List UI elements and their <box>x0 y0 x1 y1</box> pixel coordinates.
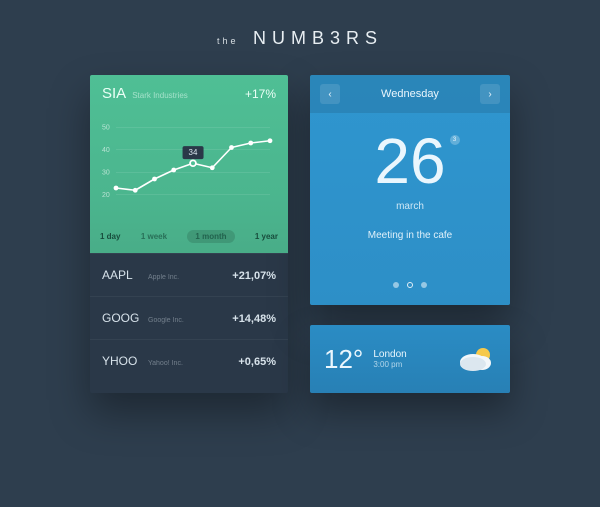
svg-text:50: 50 <box>102 124 110 131</box>
calendar-event: Meeting in the cafe <box>310 230 510 241</box>
chevron-right-icon: › <box>488 89 491 100</box>
chevron-left-icon: ‹ <box>328 89 331 100</box>
chart-callout: 34 <box>183 146 204 159</box>
row-change: +14,48% <box>232 313 276 325</box>
notification-badge[interactable]: 3 <box>450 135 460 145</box>
title-prefix: the <box>217 36 239 46</box>
row-company: Apple Inc. <box>148 274 232 281</box>
stock-row-yhoo[interactable]: YHOOYahoo! Inc.+0,65% <box>90 339 288 382</box>
weather-city: London <box>373 349 406 360</box>
page-dot-2[interactable] <box>421 282 427 288</box>
page-dot-0[interactable] <box>393 282 399 288</box>
stock-row-aapl[interactable]: AAPLApple Inc.+21,07% <box>90 253 288 296</box>
svg-text:30: 30 <box>102 169 110 176</box>
chart-callout-value: 34 <box>189 148 198 157</box>
weather-widget: 12° London 3:00 pm <box>310 325 510 393</box>
stock-featured: SIA Stark Industries +17% 50 40 30 20 34 1 … <box>90 75 288 253</box>
row-change: +0,65% <box>238 356 276 368</box>
row-change: +21,07% <box>232 270 276 282</box>
calendar-month: march <box>310 201 510 212</box>
calendar-day: 26 3 <box>374 129 445 193</box>
range-1-year[interactable]: 1 year <box>255 232 278 241</box>
featured-change: +17% <box>245 87 276 101</box>
calendar-prev-button[interactable]: ‹ <box>320 84 340 104</box>
featured-ticker: SIA <box>102 85 126 102</box>
calendar-pagination <box>310 265 510 305</box>
svg-text:20: 20 <box>102 192 110 199</box>
range-1-month[interactable]: 1 month <box>187 230 234 243</box>
weather-time: 3:00 pm <box>373 360 406 369</box>
page-title: the NUMB3RS <box>0 0 600 49</box>
weather-temp: 12° <box>324 344 363 375</box>
row-ticker: YHOO <box>102 354 148 368</box>
calendar-day-number: 26 <box>374 125 445 197</box>
svg-text:40: 40 <box>102 147 110 154</box>
row-ticker: AAPL <box>102 268 148 282</box>
row-ticker: GOOG <box>102 311 148 325</box>
title-word: NUMB3RS <box>253 28 383 48</box>
stock-list: AAPLApple Inc.+21,07%GOOGGoogle Inc.+14,… <box>90 253 288 382</box>
featured-company: Stark Industries <box>132 91 245 100</box>
calendar-weekday: Wednesday <box>381 88 439 100</box>
stock-chart: 50 40 30 20 34 <box>90 106 288 224</box>
range-1-week[interactable]: 1 week <box>141 232 167 241</box>
stock-row-goog[interactable]: GOOGGoogle Inc.+14,48% <box>90 296 288 339</box>
calendar-widget: ‹ Wednesday › 26 3 march Meeting in the … <box>310 75 510 305</box>
range-bar: 1 day 1 week 1 month 1 year <box>90 224 288 253</box>
page-dot-1[interactable] <box>407 282 413 288</box>
partly-cloudy-icon <box>456 344 496 374</box>
row-company: Google Inc. <box>148 317 232 324</box>
row-company: Yahoo! Inc. <box>148 360 238 367</box>
calendar-next-button[interactable]: › <box>480 84 500 104</box>
range-1-day[interactable]: 1 day <box>100 232 120 241</box>
stock-widget: SIA Stark Industries +17% 50 40 30 20 34 1 … <box>90 75 288 393</box>
